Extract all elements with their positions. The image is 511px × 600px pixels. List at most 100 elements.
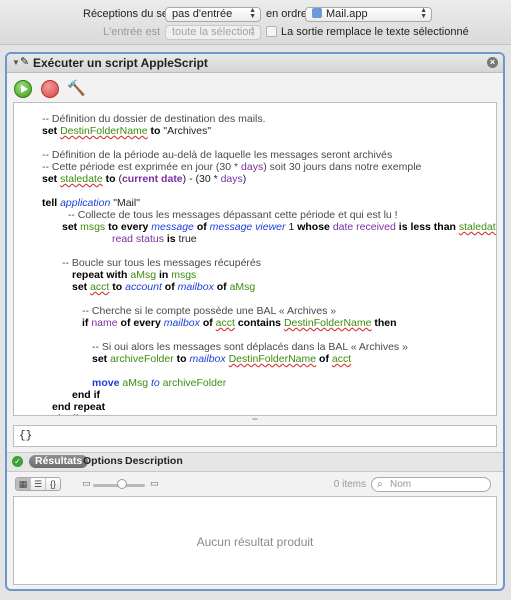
splitter-handle-icon[interactable]: ═: [7, 416, 503, 423]
tab-description[interactable]: Description: [119, 455, 189, 468]
disclosure-triangle-icon[interactable]: ▼: [12, 58, 20, 67]
code-token: message viewer: [209, 221, 286, 233]
code-token: staledate: [60, 173, 103, 185]
in-label: en ordre: [266, 8, 307, 20]
input-is-popup[interactable]: toute la sélection ▲ ▼: [165, 25, 261, 40]
code-line: set msgs to every message of message vie…: [62, 221, 496, 233]
code-token: read status: [112, 233, 164, 245]
code-token: -- Boucle sur tous les messages récupéré…: [62, 257, 262, 269]
results-view-toolbar: ▦ ☰ {} ▭ ▭ 0 items ⌕ Nom: [7, 474, 503, 494]
view-mode-segmented[interactable]: ▦ ☰ {}: [15, 477, 61, 491]
code-token: of: [199, 317, 216, 329]
large-size-icon: ▭: [150, 478, 159, 488]
results-area: Aucun résultat produit: [13, 496, 497, 585]
code-line: move aMsg to archiveFolder: [92, 377, 226, 389]
code-token: archiveFolder: [110, 353, 174, 365]
code-token: msgs: [80, 221, 106, 233]
code-token: move: [92, 377, 123, 389]
code-token: ): [242, 173, 247, 185]
mail-app-icon: [312, 8, 322, 18]
code-token: aMsg: [130, 269, 157, 281]
code-token: of: [213, 281, 230, 293]
code-token: name: [91, 317, 118, 329]
action-title: Exécuter un script AppleScript: [33, 56, 208, 70]
stop-button[interactable]: [41, 80, 59, 98]
code-token: -- Définition du dossier de destination …: [42, 113, 266, 125]
code-line: set archiveFolder to mailbox DestinFolde…: [92, 353, 351, 365]
code-line: -- Boucle sur tous les messages récupéré…: [62, 257, 261, 269]
code-line: -- Cherche si le compte possède une BAL …: [82, 305, 336, 317]
code-token: "Mail": [110, 197, 140, 209]
replaces-text-checkbox[interactable]: [266, 26, 277, 37]
code-line: -- Cette période est exprimée en jour (3…: [42, 161, 421, 173]
code-token: is less than: [395, 221, 459, 233]
code-token: -- Cherche si le compte possède une BAL …: [82, 305, 337, 317]
code-token: msgs: [171, 269, 197, 281]
action-header: ▼ ✎ Exécuter un script AppleScript ×: [7, 54, 503, 73]
applescript-action-panel: ▼ ✎ Exécuter un script AppleScript × 🔨 -…: [5, 52, 505, 591]
code-token: end repeat: [52, 401, 106, 413]
run-button[interactable]: [14, 80, 32, 98]
code-token: contains: [234, 317, 284, 329]
script-editor[interactable]: -- Définition du dossier de destination …: [13, 102, 497, 416]
close-icon[interactable]: ×: [487, 57, 498, 68]
code-token: -- Définition de la période au-delà de l…: [42, 149, 393, 161]
code-token: to: [109, 281, 126, 293]
code-line: -- Si oui alors les messages sont déplac…: [92, 341, 408, 353]
code-line: read status is true: [112, 233, 197, 245]
code-token: whose: [297, 221, 333, 233]
icon-view-icon[interactable]: ▦: [16, 478, 31, 490]
code-token: account: [125, 281, 162, 293]
code-token: staledate: [458, 221, 496, 233]
code-line: end repeat: [52, 401, 105, 413]
code-token: acct: [215, 317, 235, 329]
search-icon: ⌕: [377, 479, 383, 490]
code-token: application: [60, 197, 111, 209]
code-token: set: [42, 173, 61, 185]
code-token: set: [42, 125, 61, 137]
code-token: mailbox: [189, 353, 226, 365]
code-token: acct: [331, 353, 352, 365]
code-token: mailbox: [163, 317, 200, 329]
popup-arrows-icon: ▲ ▼: [249, 7, 256, 20]
code-view-icon[interactable]: {}: [46, 478, 60, 490]
code-line: set acct to account of mailbox of aMsg: [72, 281, 255, 293]
empty-results-message: Aucun résultat produit: [196, 535, 314, 549]
code-token: DestinFolderName: [228, 353, 317, 365]
code-token: to: [147, 125, 164, 137]
code-token: of: [316, 353, 332, 365]
items-count: 0 items: [333, 479, 366, 490]
code-token: of: [193, 221, 210, 233]
code-line: -- Définition du dossier de destination …: [42, 113, 266, 125]
code-token: to: [102, 173, 119, 185]
search-placeholder: Nom: [390, 479, 412, 490]
code-token: archiveFolder: [162, 377, 227, 389]
search-field[interactable]: ⌕ Nom: [371, 477, 491, 492]
checkmark-icon: ✓: [12, 456, 23, 467]
code-token: set: [92, 353, 111, 365]
code-token: in: [156, 269, 172, 281]
code-token: tell: [42, 197, 61, 209]
code-line: set DestinFolderName to "Archives": [42, 125, 211, 137]
code-line: tell application "Mail": [42, 197, 140, 209]
code-token: true: [178, 233, 197, 245]
code-token: to: [173, 353, 190, 365]
code-token: to: [148, 377, 163, 389]
code-token: aMsg: [122, 377, 149, 389]
code-line: if name of every mailbox of acct contain…: [82, 317, 397, 329]
app-popup[interactable]: Mail.app ▲ ▼: [305, 7, 432, 22]
code-line: repeat with aMsg in msgs: [72, 269, 196, 281]
popup-arrows-icon: ▲ ▼: [249, 25, 256, 38]
receives-value: pas d'entrée: [172, 8, 233, 20]
code-token: end tell: [42, 413, 79, 415]
code-token: days: [241, 161, 264, 173]
list-view-icon[interactable]: ☰: [31, 478, 46, 490]
service-settings-bar: Réceptions du service pas d'entrée ▲ ▼ en…: [0, 0, 511, 45]
code-token: current date: [121, 173, 183, 185]
code-token: to every: [105, 221, 152, 233]
compile-hammer-icon[interactable]: 🔨: [67, 80, 86, 98]
receives-popup[interactable]: pas d'entrée ▲ ▼: [165, 7, 261, 22]
code-token: then: [371, 317, 397, 329]
size-slider-thumb[interactable]: [117, 479, 127, 489]
app-value: Mail.app: [326, 8, 368, 20]
